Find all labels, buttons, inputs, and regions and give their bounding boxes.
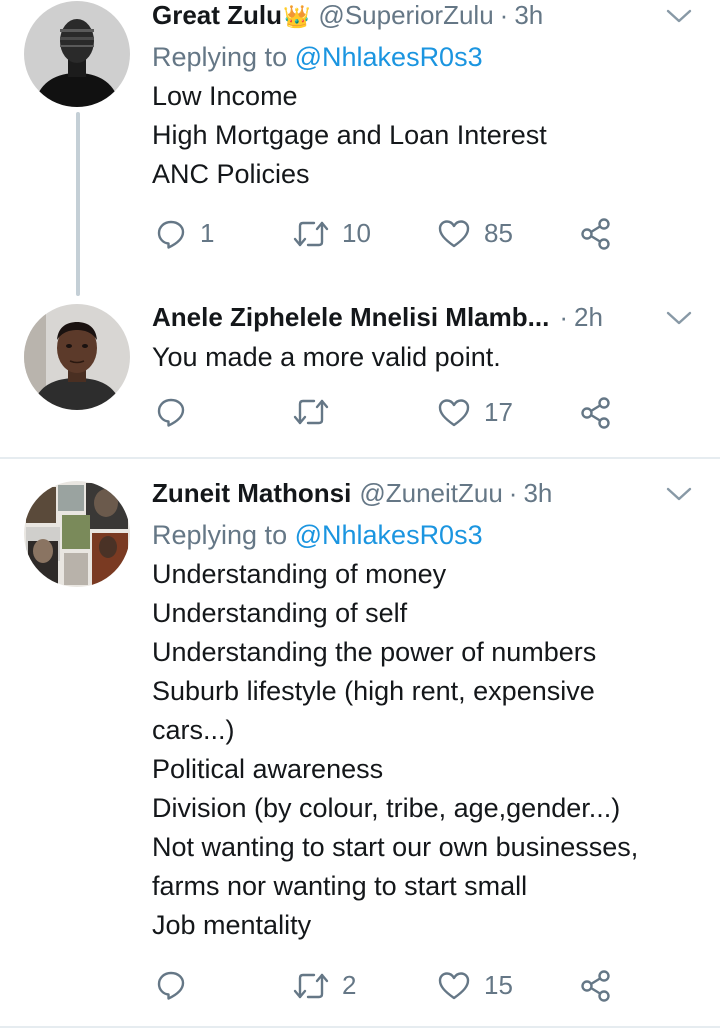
- tweet-text-line: Understanding of money: [152, 559, 447, 589]
- tweet-text: Understanding of money Understanding of …: [152, 555, 702, 945]
- like-count: 17: [484, 397, 513, 427]
- retweet-icon: [293, 221, 329, 246]
- tweet-header: Anele Ziphelele Mnelisi Mlamb... · 2h: [152, 302, 702, 338]
- avatar[interactable]: [24, 304, 130, 410]
- timestamp[interactable]: 3h: [514, 0, 543, 31]
- share-icon: [581, 970, 610, 1002]
- tweet-text-line: Understanding the power of numbers: [152, 637, 597, 667]
- replying-to: Replying to @NhlakesR0s3: [152, 516, 702, 555]
- tweet-text-line: Job mentality: [152, 910, 312, 940]
- tweet-text-line: ANC Policies: [152, 159, 310, 189]
- like-count: 85: [484, 218, 513, 248]
- tweet-text-line: Understanding of self: [152, 598, 408, 628]
- tweet-divider: [0, 1026, 720, 1028]
- chevron-down-icon[interactable]: [664, 6, 694, 26]
- tweet-actions: 1 10 85: [152, 218, 622, 258]
- reply-icon: [157, 220, 185, 249]
- retweet-count: 10: [342, 218, 371, 248]
- replying-to-mention[interactable]: @NhlakesR0s3: [295, 520, 483, 550]
- tweet-header: Great Zulu 👑 @SuperiorZulu · 3h: [152, 0, 702, 36]
- reply-button[interactable]: [156, 397, 200, 427]
- tweet-text-line: Not wanting to start our own businesses,: [152, 832, 639, 862]
- retweet-button[interactable]: [292, 397, 344, 427]
- chevron-down-icon[interactable]: [664, 484, 694, 504]
- like-count: 15: [484, 970, 513, 1000]
- thread-line: [76, 112, 80, 296]
- separator-dot: ·: [559, 302, 568, 332]
- replying-to-label: Replying to: [152, 42, 288, 72]
- share-icon: [581, 218, 610, 250]
- like-icon: [438, 398, 470, 426]
- timestamp[interactable]: 2h: [574, 302, 603, 333]
- tweet-text-line: You made a more valid point.: [152, 342, 501, 372]
- user-handle[interactable]: @SuperiorZulu: [318, 0, 493, 31]
- tweet-text: Low Income High Mortgage and Loan Intere…: [152, 77, 702, 194]
- timestamp[interactable]: 3h: [523, 478, 552, 509]
- share-icon: [581, 397, 610, 429]
- crown-emoji: 👑: [283, 4, 311, 29]
- tweet-header: Zuneit Mathonsi @ZuneitZuu · 3h: [152, 478, 702, 514]
- tweet-text: You made a more valid point.: [152, 338, 702, 377]
- reply-button[interactable]: [156, 970, 200, 1000]
- replying-to: Replying to @NhlakesR0s3: [152, 38, 702, 77]
- separator-dot: ·: [499, 0, 509, 30]
- tweet-actions: 2 15: [152, 970, 622, 1010]
- tweet-text-line: farms nor wanting to start small: [152, 871, 528, 901]
- like-button[interactable]: 15: [438, 970, 513, 1001]
- display-name[interactable]: Anele Ziphelele Mnelisi Mlamb...: [152, 302, 549, 333]
- reply-icon: [157, 971, 185, 1000]
- reply-icon: [157, 398, 185, 427]
- tweet-great-zulu[interactable]: Great Zulu 👑 @SuperiorZulu · 3h Replying…: [0, 0, 720, 300]
- tweet-zuneit-mathonsi[interactable]: Zuneit Mathonsi @ZuneitZuu · 3h Replying…: [0, 459, 720, 1025]
- like-icon: [438, 219, 470, 247]
- tweet-text-line: Low Income: [152, 81, 298, 111]
- retweet-button[interactable]: 10: [292, 218, 371, 249]
- reply-button[interactable]: 1: [156, 218, 214, 249]
- chevron-down-icon[interactable]: [664, 308, 694, 328]
- like-icon: [438, 971, 470, 999]
- retweet-icon: [293, 973, 329, 998]
- reply-count: 1: [200, 218, 215, 248]
- tweet-text-line: Political awareness: [152, 754, 384, 784]
- replying-to-mention[interactable]: @NhlakesR0s3: [295, 42, 483, 72]
- tweet-text-line: High Mortgage and Loan Interest: [152, 120, 547, 150]
- tweet-text-line: cars...): [152, 715, 235, 745]
- display-name[interactable]: Great Zulu: [152, 0, 282, 31]
- replying-to-label: Replying to: [152, 520, 288, 550]
- avatar[interactable]: [24, 1, 130, 107]
- display-name[interactable]: Zuneit Mathonsi: [152, 478, 351, 509]
- retweet-icon: [293, 399, 329, 425]
- separator-dot: ·: [508, 478, 518, 508]
- share-button[interactable]: [580, 970, 612, 1002]
- tweet-anele[interactable]: Anele Ziphelele Mnelisi Mlamb... · 2h Yo…: [0, 300, 720, 456]
- tweet-actions: 17: [152, 397, 622, 437]
- retweet-button[interactable]: 2: [292, 970, 356, 1001]
- share-button[interactable]: [580, 397, 612, 429]
- user-handle[interactable]: @ZuneitZuu: [359, 478, 502, 509]
- retweet-count: 2: [342, 970, 357, 1000]
- tweet-text-line: Division (by colour, tribe, age,gender..…: [152, 793, 621, 823]
- tweet-text-line: Suburb lifestyle (high rent, expensive: [152, 676, 595, 706]
- share-button[interactable]: [580, 218, 612, 250]
- avatar[interactable]: [24, 481, 130, 587]
- like-button[interactable]: 17: [438, 397, 513, 428]
- like-button[interactable]: 85: [438, 218, 513, 249]
